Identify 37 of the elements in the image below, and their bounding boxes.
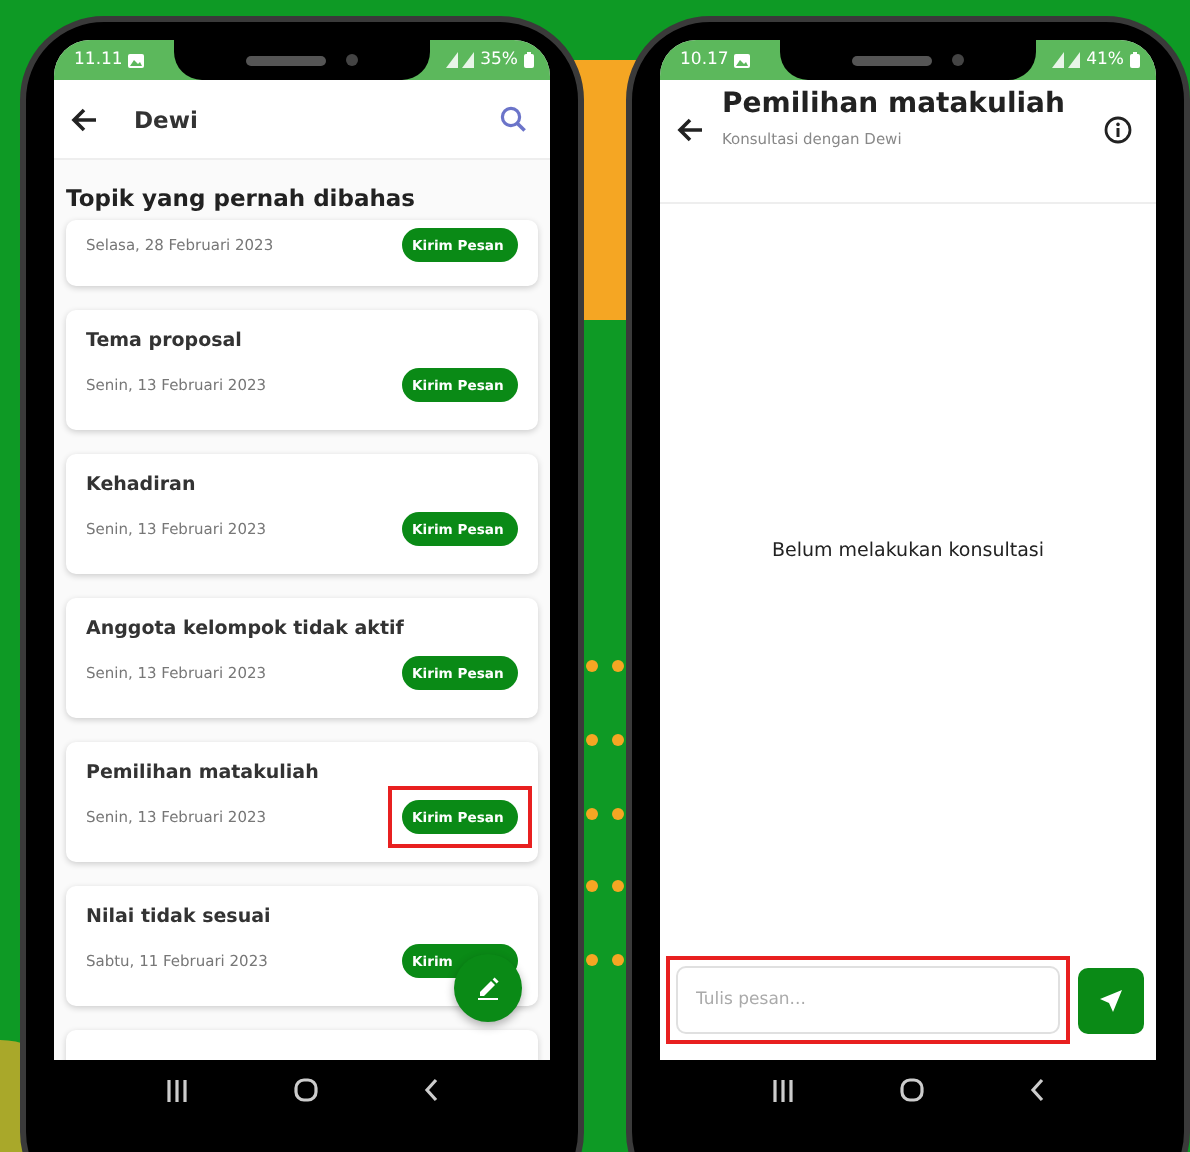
home-icon[interactable] [293, 1078, 318, 1102]
send-icon [1100, 989, 1122, 1011]
send-button[interactable] [1078, 967, 1144, 1033]
back-arrow-icon[interactable] [676, 116, 704, 144]
info-icon[interactable] [1104, 116, 1132, 144]
topic-title: Kehadiran [86, 474, 198, 496]
section-title: Topik yang pernah dibahas [66, 184, 418, 212]
camera-icon [346, 54, 358, 66]
topic-title: Anggota kelompok tidak aktif [86, 618, 406, 640]
topic-title: Pemilihan matakuliah [86, 762, 321, 784]
recent-apps-icon[interactable] [772, 1079, 795, 1101]
back-arrow-icon[interactable] [70, 105, 98, 133]
back-icon[interactable] [1029, 1078, 1044, 1102]
topic-title: Nilai tidak sesuai [86, 906, 273, 928]
message-input-field[interactable]: Tulis pesan... [676, 966, 1060, 1034]
status-time: 11.11 [74, 50, 123, 70]
recent-apps-icon[interactable] [166, 1079, 189, 1101]
back-icon[interactable] [423, 1078, 438, 1102]
image-icon [128, 53, 145, 67]
screen-title: Pemilihan matakuliah [722, 88, 1067, 120]
battery-icon [524, 52, 534, 68]
topic-title: Tema proposal [86, 330, 244, 352]
status-time: 10.17 [680, 50, 729, 70]
speaker-icon [852, 55, 932, 65]
camera-icon [952, 54, 964, 66]
battery-level: 41% [1086, 50, 1124, 70]
battery-level: 35% [480, 50, 518, 70]
battery-icon [1130, 52, 1140, 68]
screen-title: Dewi [134, 105, 200, 133]
empty-state-message: Belum melakukan konsultasi [771, 539, 1045, 561]
home-icon[interactable] [899, 1078, 924, 1102]
signal-icon [1052, 52, 1081, 68]
image-icon [734, 53, 751, 67]
speaker-icon [246, 55, 326, 65]
signal-icon [446, 52, 475, 68]
pencil-icon [476, 976, 500, 1000]
search-icon[interactable] [500, 106, 526, 132]
